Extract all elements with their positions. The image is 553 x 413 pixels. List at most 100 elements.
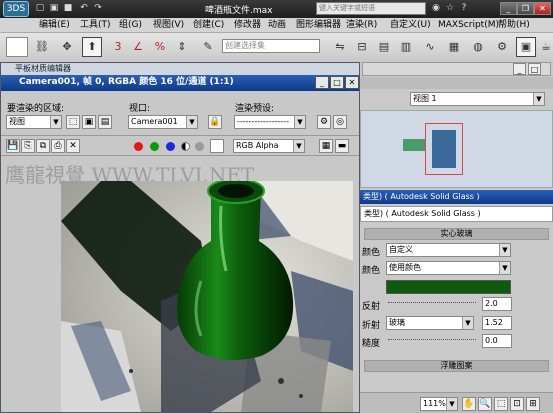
material-node[interactable] [432,130,456,168]
menu-modifiers[interactable]: 修改器 [234,20,261,31]
frame-caption-bar[interactable]: Camera001, 帧 0, RGBA 颜色 16 位/通道 (1:1) _ … [1,75,359,91]
color-source-dropdown[interactable]: 使用颜色 ▼ [386,261,511,275]
binoculars-icon[interactable]: ◉ [430,2,442,15]
restore-button[interactable]: ❐ [517,2,534,15]
named-selection-set[interactable]: 创建选择集 [222,39,320,53]
refraction-type-dropdown[interactable]: 玻璃 ▼ [386,316,474,330]
menu-edit[interactable]: 编辑(E) [39,20,70,31]
alpha-channel-icon[interactable] [181,142,190,151]
frame-caption: Camera001, 帧 0, RGBA 颜色 16 位/通道 (1:1) [19,77,234,87]
curve-editor-icon[interactable]: ∿ [420,37,440,57]
layer-icon[interactable]: ▤ [374,37,394,57]
graphite-icon[interactable]: ▥ [396,37,416,57]
move-icon[interactable]: ✥ [57,37,77,57]
render-setup-small-icon[interactable]: ⚙ [317,115,331,129]
view-dropdown[interactable]: 视图 1 ▼ [410,92,545,106]
menu-tools[interactable]: 工具(T) [80,20,111,31]
panel-toolbar [360,77,553,89]
channel-dropdown[interactable]: RGB Alpha ▼ [233,139,305,153]
color-swatch[interactable] [210,139,224,153]
redo-icon[interactable]: ↷ [92,2,104,15]
help-icon[interactable]: ? [458,2,470,15]
region-toggle-icon[interactable]: ▤ [98,115,112,129]
refraction-value-field[interactable]: 1.52 [482,316,512,330]
pan-icon[interactable]: ✋ [462,397,476,411]
save-icon[interactable]: ■ [62,2,74,15]
menu-create[interactable]: 创建(C) [193,20,224,31]
selection-filter-icon[interactable] [6,37,28,57]
area-dropdown[interactable]: 视图 ▼ [6,115,62,129]
red-channel-icon[interactable] [134,142,143,151]
menu-group[interactable]: 组(G) [119,20,142,31]
display-toggle-icon[interactable]: ▦ [319,139,333,153]
lock-icon[interactable]: 🔒 [208,115,222,129]
roughness-slider[interactable] [388,339,476,342]
menu-customize[interactable]: 自定义(U) [390,20,431,31]
glass-color-swatch[interactable] [386,280,511,294]
color-label: 颜色 [362,248,381,258]
copy-image-icon[interactable]: ⎘ [21,139,35,153]
panel-toggle-icon[interactable]: ▬ [335,139,349,153]
panel-minimize-button[interactable]: _ [513,63,526,75]
menu-views[interactable]: 视图(V) [153,20,184,31]
menu-help[interactable]: 帮助(H) [498,20,530,31]
frame-all-icon[interactable]: ⊞ [526,397,540,411]
menu-maxscript[interactable]: MAXScript(M) [438,20,499,31]
roughness-value-field[interactable]: 0.0 [482,334,512,348]
percent-snap-icon[interactable]: % [150,37,170,57]
undo-icon[interactable]: ↶ [78,2,90,15]
select-object-icon[interactable]: ⬆ [82,37,102,57]
mono-icon[interactable] [195,142,204,151]
menu-graph-editors[interactable]: 图形编辑器 [296,20,341,31]
frame-minimize-button[interactable]: _ [315,76,329,89]
zoom-region-icon[interactable]: ⬚ [494,397,508,411]
mirror-icon[interactable]: ⇋ [330,37,350,57]
zoom-icon[interactable]: 🔍 [478,397,492,411]
minimize-button[interactable]: _ [500,2,517,15]
panel-maximize-button[interactable]: □ [528,63,541,75]
auto-region-icon[interactable]: ▣ [82,115,96,129]
print-icon[interactable]: ⎙ [51,139,65,153]
menu-animation[interactable]: 动画 [268,20,286,31]
material-class-field[interactable]: 类型) ( Autodesk Solid Glass ) [360,206,553,222]
render-frame-icon[interactable]: ▣ [516,37,536,57]
frame-close-button[interactable]: ✕ [345,76,359,89]
render-setup-icon[interactable]: ⚙ [492,37,512,57]
section-title[interactable]: 实心玻璃 [364,228,549,240]
snap-3d-icon[interactable]: 3 [108,37,128,57]
save-image-icon[interactable]: 💾 [6,139,20,153]
align-icon[interactable]: ⊟ [352,37,372,57]
zoom-dropdown[interactable]: 111% ▼ [420,397,458,411]
schematic-icon[interactable]: ▦ [444,37,464,57]
map-node[interactable] [403,139,425,151]
close-button[interactable]: ✕ [534,2,551,15]
environment-icon[interactable]: ◎ [333,115,347,129]
preset-dropdown[interactable]: ------------------ ▼ [234,115,306,129]
star-icon[interactable]: ☆ [444,2,456,15]
node-view[interactable] [360,110,553,188]
open-icon[interactable]: ▣ [48,2,60,15]
app-logo-icon[interactable]: 3DS [3,1,29,17]
new-icon[interactable]: ▢ [34,2,46,15]
edit-named-selection-icon[interactable]: ✎ [198,37,218,57]
reflection-slider[interactable] [388,302,476,305]
blue-channel-icon[interactable] [166,142,175,151]
green-channel-icon[interactable] [150,142,159,151]
color-mode-dropdown[interactable]: 自定义 ▼ [386,243,511,257]
menu-rendering[interactable]: 渲染(R) [346,20,377,31]
search-input[interactable]: 键入关键字或短语 [316,2,426,15]
select-link-icon[interactable]: ⛓ [32,37,52,57]
reflection-value-field[interactable]: 2.0 [482,297,512,311]
clone-frame-icon[interactable]: ⧉ [36,139,50,153]
edit-region-icon[interactable]: ⬚ [66,115,80,129]
spinner-snap-icon[interactable]: ⇕ [172,37,192,57]
material-editor-icon[interactable]: ◍ [468,37,488,57]
frame-selected-icon[interactable]: ⊡ [510,397,524,411]
angle-snap-icon[interactable]: ∠ [128,37,148,57]
relief-pattern-section[interactable]: 浮雕图案 [364,360,549,372]
clear-icon[interactable]: ✕ [66,139,80,153]
frame-maximize-button[interactable]: □ [330,76,344,89]
render-teapot-icon[interactable]: ☕ [536,37,553,57]
menu-bar: 编辑(E) 工具(T) 组(G) 视图(V) 创建(C) 修改器 动画 图形编辑… [0,18,553,33]
viewport-dropdown[interactable]: Camera001 ▼ [128,115,198,129]
